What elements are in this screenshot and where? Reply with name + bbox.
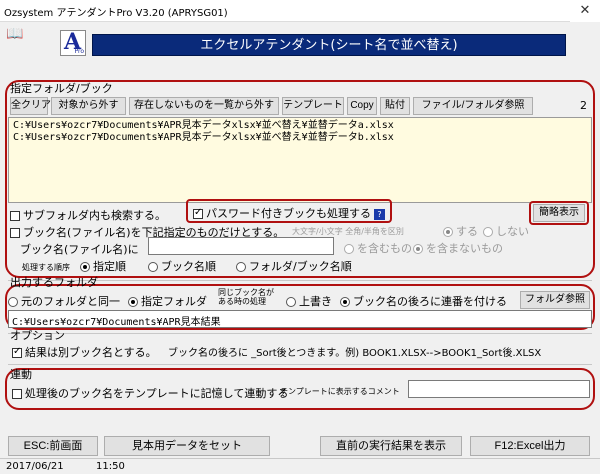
append-number-option[interactable]: ブック名の後ろに連番を付ける <box>340 293 507 309</box>
remember-checkbox[interactable] <box>12 389 22 399</box>
separate-book-option[interactable]: 結果は別ブック名とする。 <box>12 344 157 360</box>
case-yes-radio[interactable] <box>443 227 453 237</box>
order-specified-option[interactable]: 指定順 <box>80 258 126 274</box>
bookname-filter-checkbox[interactable] <box>10 228 20 238</box>
password-label: パスワード付きブックも処理する <box>206 207 371 220</box>
set-sample-data-button[interactable]: 見本用データをセット <box>104 436 270 456</box>
status-bar: 2017/06/21 11:50 <box>0 458 600 474</box>
separate-book-label: 結果は別ブック名とする。 <box>25 346 157 359</box>
order-folder-option[interactable]: フォルダ/ブック名順 <box>236 258 352 274</box>
clear-all-button[interactable]: 全クリア <box>10 97 51 115</box>
app-logo: A Pro <box>60 29 86 56</box>
window-title: Ozsystem アテンダントPro V3.20 (APRYSG01) <box>4 8 228 19</box>
contain-radio[interactable] <box>344 244 354 254</box>
bookname-input[interactable] <box>148 237 334 255</box>
close-button[interactable]: ✕ <box>570 0 600 22</box>
order-folder-radio[interactable] <box>236 262 246 272</box>
order-label: 処理する順序 <box>22 263 70 272</box>
status-time: 11:50 <box>96 461 125 472</box>
file-list[interactable]: C:¥Users¥ozcr7¥Documents¥APR見本データxlsx¥並べ… <box>8 117 592 203</box>
title-bar: Ozsystem アテンダントPro V3.20 (APRYSG01) ✕ <box>0 0 600 22</box>
comment-input[interactable] <box>408 380 590 398</box>
same-folder-label: 元のフォルダと同一 <box>21 295 120 308</box>
divider <box>8 333 592 334</box>
folder-section-heading: 指定フォルダ/ブック <box>10 82 113 95</box>
output-section-heading: 出力するフォルダ <box>10 276 98 289</box>
overwrite-radio[interactable] <box>286 297 296 307</box>
subfolder-checkbox[interactable] <box>10 211 20 221</box>
exclude-button[interactable]: 対象から外す <box>51 97 126 115</box>
subfolder-label: サブフォルダ内も検索する。 <box>23 209 166 222</box>
specified-folder-radio[interactable] <box>128 297 138 307</box>
page-title: エクセルアテンダント(シート名で並べ替え) <box>92 34 566 56</box>
remember-option[interactable]: 処理後のブック名をテンプレートに記憶して連動する <box>12 385 288 401</box>
remove-missing-button[interactable]: 存在しないものを一覧から外す <box>129 97 279 115</box>
options-section-heading: オプション <box>10 329 65 342</box>
link-section-heading: 連動 <box>10 368 32 381</box>
order-specified-label: 指定順 <box>93 260 126 273</box>
case-yes-option[interactable]: する <box>443 223 478 239</box>
comment-label: テンプレートに表示するコメント <box>280 387 400 396</box>
overwrite-label: 上書き <box>299 295 332 308</box>
template-button[interactable]: テンプレート <box>282 97 344 115</box>
password-option[interactable]: パスワード付きブックも処理する? <box>193 205 385 221</box>
case-no-option[interactable]: しない <box>483 223 529 239</box>
bookname-in-label: ブック名(ファイル名)に <box>20 243 139 256</box>
folder-browse-button[interactable]: フォルダ参照 <box>520 291 590 309</box>
specified-folder-option[interactable]: 指定フォルダ <box>128 293 207 309</box>
append-number-radio[interactable] <box>340 297 350 307</box>
case-no-radio[interactable] <box>483 227 493 237</box>
book-icon[interactable]: 📖 <box>6 26 23 42</box>
copy-button[interactable]: Copy <box>347 97 377 115</box>
close-icon: ✕ <box>579 3 591 18</box>
same-folder-radio[interactable] <box>8 297 18 307</box>
case-label: 大文字/小文字 全角/半角を区別 <box>292 227 404 236</box>
specified-folder-label: 指定フォルダ <box>141 295 207 308</box>
same-folder-option[interactable]: 元のフォルダと同一 <box>8 293 120 309</box>
esc-back-button[interactable]: ESC:前画面 <box>8 436 98 456</box>
separate-book-checkbox[interactable] <box>12 346 22 358</box>
logo-sub: Pro <box>74 48 84 55</box>
order-folder-label: フォルダ/ブック名順 <box>249 260 352 273</box>
not-contain-radio[interactable] <box>413 244 423 254</box>
subfolder-option[interactable]: サブフォルダ内も検索する。 <box>10 207 166 223</box>
list-item[interactable]: C:¥Users¥ozcr7¥Documents¥APR見本データxlsx¥並べ… <box>13 120 587 132</box>
excel-output-button[interactable]: F12:Excel出力 <box>470 436 590 456</box>
divider <box>8 364 592 365</box>
show-last-result-button[interactable]: 直前の実行結果を表示 <box>320 436 462 456</box>
not-contain-label: を含まないもの <box>426 242 503 255</box>
order-bookname-option[interactable]: ブック名順 <box>148 258 216 274</box>
help-icon[interactable]: ? <box>374 208 385 220</box>
remember-label: 処理後のブック名をテンプレートに記憶して連動する <box>25 387 289 400</box>
password-checkbox[interactable] <box>193 207 203 219</box>
order-bookname-radio[interactable] <box>148 262 158 272</box>
order-specified-radio[interactable] <box>80 262 90 272</box>
order-bookname-label: ブック名順 <box>161 260 216 273</box>
options-note: ブック名の後ろに _Sort後とつきます。例) BOOK1.XLSX-->BOO… <box>168 348 542 359</box>
simple-view-button[interactable]: 簡略表示 <box>533 204 585 222</box>
contain-label: を含むもの <box>357 242 412 255</box>
same-name-label: 同じブック名が ある時の処理 <box>218 288 274 306</box>
case-no-label: しない <box>496 225 529 238</box>
contain-option[interactable]: を含むもの <box>344 240 412 256</box>
case-yes-label: する <box>456 225 478 238</box>
list-item[interactable]: C:¥Users¥ozcr7¥Documents¥APR見本データxlsx¥並べ… <box>13 132 587 144</box>
paste-button[interactable]: 貼付 <box>380 97 410 115</box>
overwrite-option[interactable]: 上書き <box>286 293 332 309</box>
not-contain-option[interactable]: を含まないもの <box>413 240 503 256</box>
file-folder-browse-button[interactable]: ファイル/フォルダ参照 <box>413 97 533 115</box>
append-number-label: ブック名の後ろに連番を付ける <box>353 295 507 308</box>
status-date: 2017/06/21 <box>6 461 64 472</box>
file-count: 2 <box>580 99 587 112</box>
output-path-field[interactable]: C:¥Users¥ozcr7¥Documents¥APR見本結果 <box>8 310 592 328</box>
